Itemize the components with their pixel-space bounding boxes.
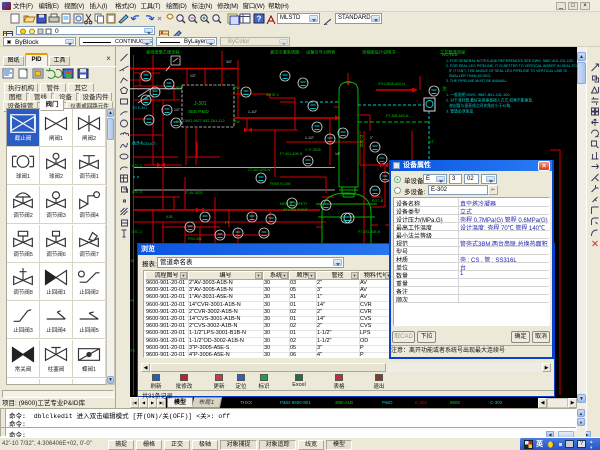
svg-text:PI: PI: [131, 299, 134, 303]
svg-text:2. FOR SEAL LEG PIPELINE, IT I: 2. FOR SEAL LEG PIPELINE, IT IS BETTER T…: [446, 64, 577, 68]
svg-text:ATC 2: ATC 2: [132, 230, 142, 234]
svg-text:PSV-301: PSV-301: [188, 237, 202, 241]
svg-text:A1B: A1B: [166, 215, 173, 219]
svg-text:P&ID: P&ID: [382, 400, 393, 405]
svg-text:14": 14": [335, 152, 341, 156]
svg-text:P7-308-A00-N: P7-308-A00-N: [386, 114, 409, 118]
svg-text:SEE P&ID: SEE P&ID: [188, 109, 210, 114]
svg-text:高密度聚乙烯流程: 高密度聚乙烯流程: [146, 49, 180, 56]
svg-text:流程图设计说明书: 流程图设计说明书: [362, 49, 396, 56]
svg-text:9600: 9600: [450, 400, 461, 405]
svg-text:真空冷凝系统图: 真空冷凝系统图: [270, 49, 299, 56]
svg-text:3. 管道必须保温.: 3. 管道必须保温.: [446, 109, 474, 114]
svg-text:4TH-3508-A00-N: 4TH-3508-A00-N: [378, 82, 405, 86]
svg-text:DWG.9627-952-2A1-112: DWG.9627-952-2A1-112: [183, 119, 225, 123]
svg-text:FT-301-A05-N: FT-301-A05-N: [280, 152, 303, 156]
svg-text:THXX: THXX: [240, 400, 252, 405]
svg-text:设备位号对照表: 设备位号对照表: [306, 49, 336, 56]
svg-text:MD PRODUCT: MD PRODUCT: [132, 142, 157, 146]
svg-text:NOTES:: NOTES:: [442, 52, 459, 57]
svg-text:3. THE PIPELINE MUST BE ANNUAL: 3. THE PIPELINE MUST BE ANNUAL.: [446, 79, 508, 83]
svg-text:1T-301-A05-N: 1T-301-A05-N: [248, 168, 270, 172]
svg-text:1-1/2": 1-1/2": [248, 110, 258, 114]
svg-text:PW: PW: [234, 120, 240, 124]
svg-text:1/2": 1/2": [174, 108, 181, 112]
svg-text:液封管与垂直线之间夹角应小于45角.: 液封管与垂直线之间夹角应小于45角.: [446, 103, 511, 108]
svg-text:2"-AV-3003: 2"-AV-3003: [185, 191, 203, 195]
svg-text:?: ?: [257, 15, 262, 24]
svg-text:E-302: E-302: [415, 400, 428, 405]
svg-text:3/4": 3/4": [226, 60, 233, 64]
svg-text:AT: AT: [131, 259, 136, 263]
svg-text:POT 'B': POT 'B': [372, 199, 384, 203]
svg-text:ATC 3: ATC 3: [132, 190, 142, 194]
svg-text:2": 2": [370, 136, 374, 140]
svg-text:PW: PW: [176, 86, 182, 90]
svg-text:30B-A1B: 30B-A1B: [335, 400, 353, 405]
svg-text:1"-P-3005: 1"-P-3005: [305, 148, 321, 152]
svg-text:1. FOR GENERAL NOTES AND REFER: 1. FOR GENERAL NOTES AND REFERENCES SEE …: [446, 59, 574, 63]
svg-text:ATC 2: ATC 2: [132, 164, 142, 168]
svg-text:1/2": 1/2": [190, 74, 197, 78]
svg-text:IF IT ISN'T, THE ANGLE OF SEAL: IF IT ISN'T, THE ANGLE OF SEAL LEG PIPEL…: [446, 69, 568, 73]
svg-text:TO E-301: TO E-301: [132, 106, 147, 110]
svg-text:注:: 注:: [442, 85, 448, 92]
svg-text:AT LOW POINT: AT LOW POINT: [283, 208, 309, 212]
svg-text:J-301: J-301: [194, 101, 207, 107]
svg-text:C-302: C-302: [490, 400, 503, 405]
svg-text:P&ID 9600-901: P&ID 9600-901: [280, 400, 311, 405]
svg-text:2. 对于液封管,最好采用垂直插入方式,如果不能垂直,: 2. 对于液封管,最好采用垂直插入方式,如果不能垂直,: [446, 98, 533, 103]
svg-text:1. 一般说明 DWG. 9867-B01-241-100.: 1. 一般说明 DWG. 9867-B01-241-100.: [446, 92, 511, 97]
svg-text:LT: LT: [430, 140, 435, 144]
svg-text:SMALLER THAN 45 DEG.: SMALLER THAN 45 DEG.: [446, 74, 491, 78]
svg-text:PW: PW: [234, 86, 240, 90]
svg-text:FREE FLOW: FREE FLOW: [270, 182, 291, 186]
svg-text:NOTE 2: NOTE 2: [266, 93, 279, 97]
svg-text:C-302: C-302: [359, 135, 364, 148]
svg-text:F7-301-A05-N: F7-301-A05-N: [358, 230, 381, 234]
svg-text:1-1/2": 1-1/2": [305, 136, 315, 140]
svg-text:FC: FC: [131, 349, 136, 353]
